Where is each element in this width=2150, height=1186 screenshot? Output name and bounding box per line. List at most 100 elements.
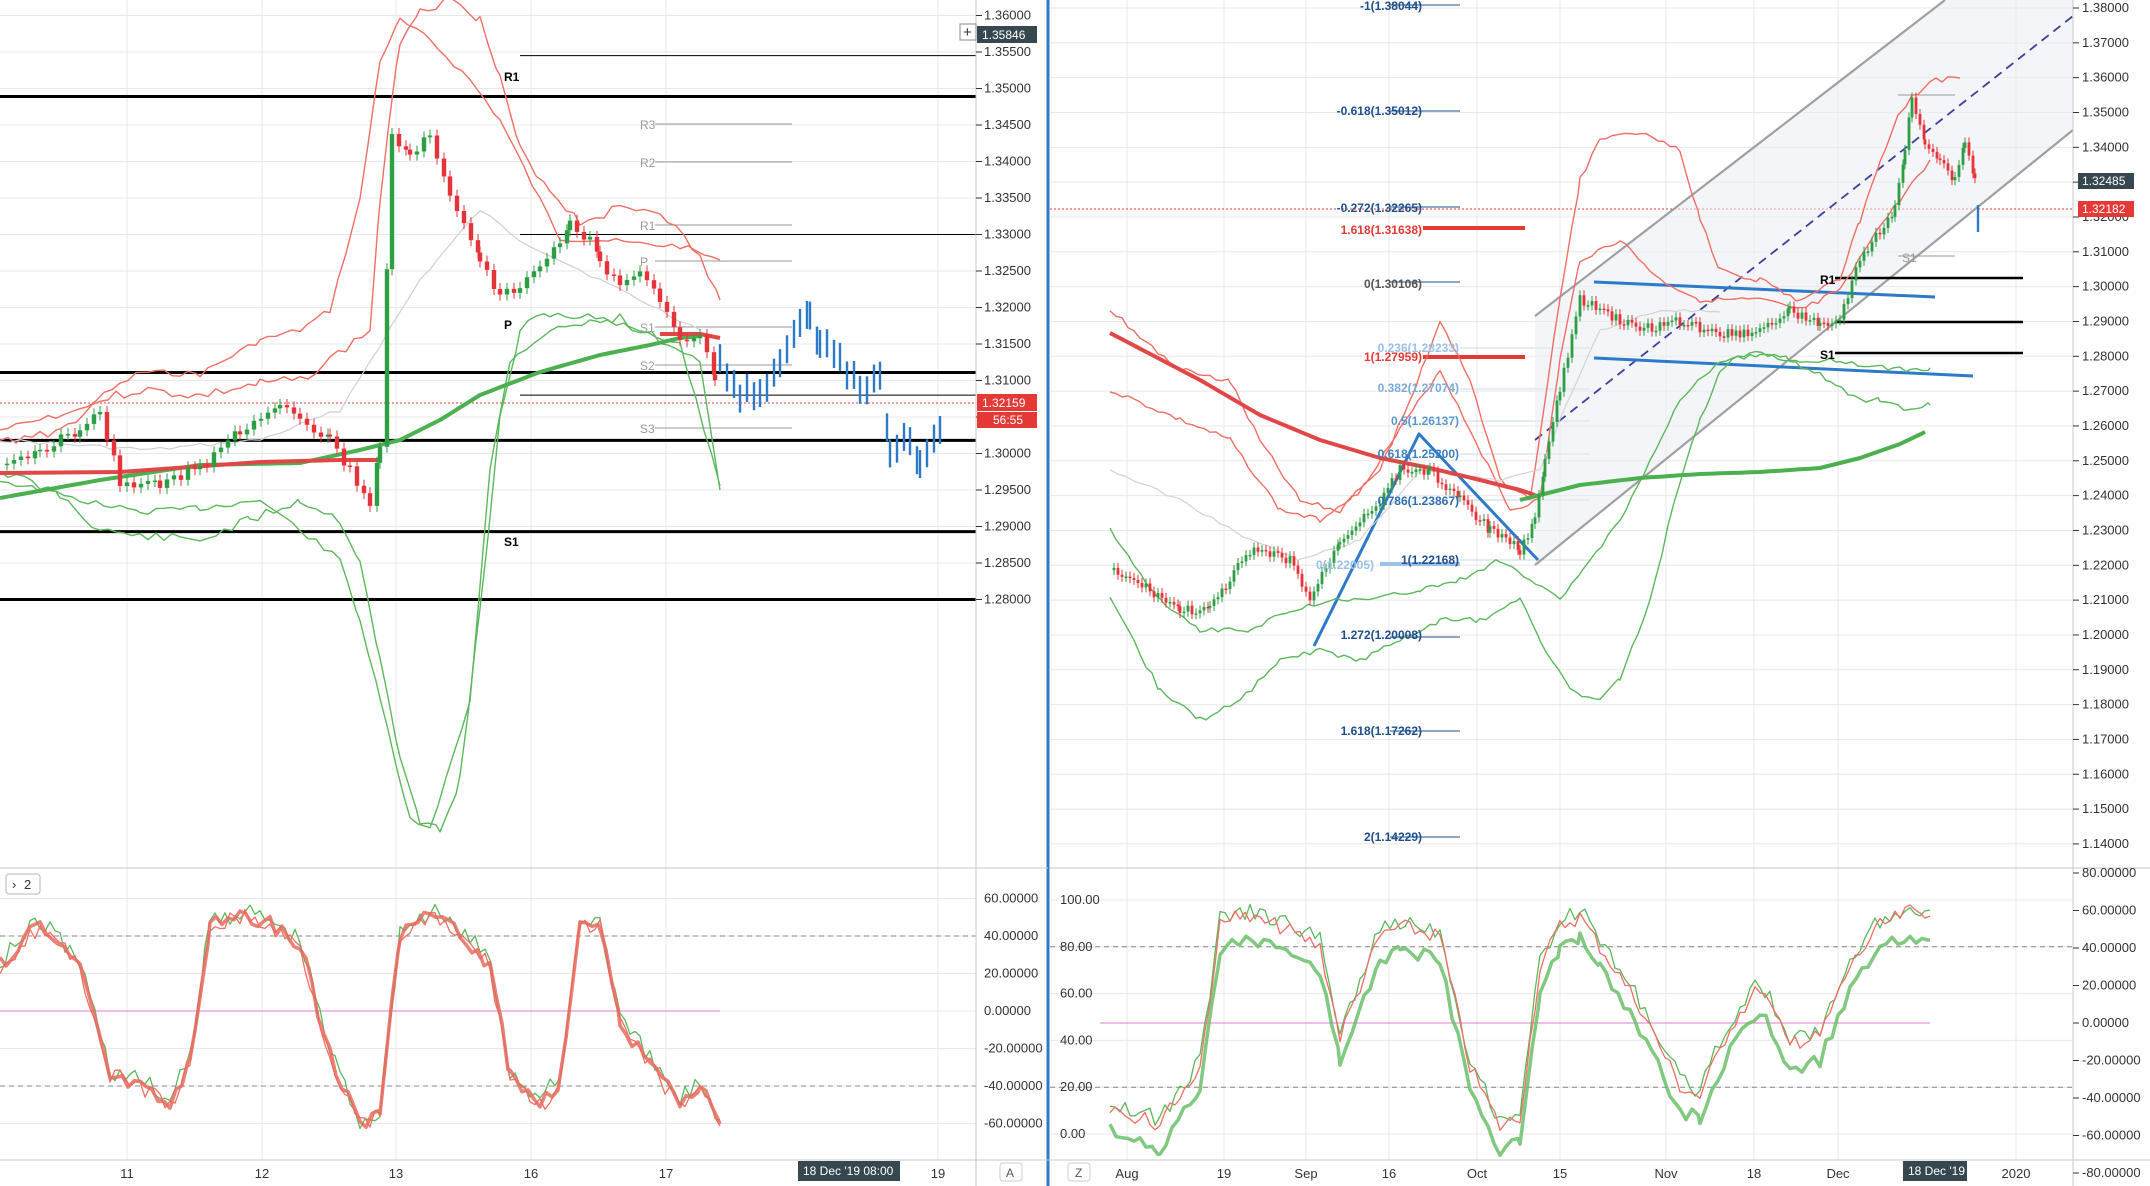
- right-candle: [1818, 322, 1822, 326]
- crosshair-add-button[interactable]: +: [959, 23, 977, 41]
- right-candle: [1292, 556, 1296, 566]
- right-candle: [1750, 332, 1754, 337]
- left-price-tick-label: 1.29500: [984, 482, 1031, 497]
- right-candle: [1918, 113, 1922, 125]
- right-price-tick-label: 1.26000: [2082, 418, 2129, 433]
- left-candle: [384, 269, 390, 447]
- plus-icon: +: [963, 24, 972, 41]
- right-candle: [1766, 322, 1770, 328]
- right-candle: [1935, 151, 1939, 159]
- left-axis-corner-label: A: [1006, 1166, 1014, 1180]
- left-candle: [454, 195, 460, 212]
- last-price-tag: 1.32159 56:55: [977, 394, 1037, 428]
- right-price-tick-label: 1.36000: [2082, 70, 2129, 85]
- right-candle: [1578, 295, 1582, 317]
- right-candle: [1288, 556, 1292, 564]
- left-price-tick-label: 1.32000: [984, 300, 1031, 315]
- right-candle: [1682, 324, 1686, 327]
- left-candle: [447, 176, 453, 196]
- right-candle: [1606, 309, 1610, 312]
- right-pivot-r1: R1: [1820, 273, 1836, 287]
- right-osc-right-tick-label: 60.00000: [2082, 903, 2136, 918]
- right-candle: [1370, 510, 1374, 514]
- right-candle: [1893, 205, 1897, 217]
- left-candle: [197, 465, 203, 470]
- collapse-button[interactable]: › 2: [5, 873, 41, 895]
- right-candle: [1634, 322, 1638, 327]
- right-candle: [1570, 334, 1574, 358]
- right-osc-right-tick-label: -60.00000: [2082, 1128, 2141, 1143]
- left-candle: [421, 137, 427, 152]
- left-candle: [531, 271, 537, 278]
- right-candle: [1886, 217, 1890, 228]
- right-price-tick-label: 1.37000: [2082, 35, 2129, 50]
- right-candle: [1946, 163, 1950, 171]
- left-axis-corner-button[interactable]: A: [999, 1162, 1023, 1182]
- right-candle: [1942, 160, 1946, 164]
- fib-label-f0786: 0.786(1.23867): [1378, 494, 1459, 508]
- left-candle: [403, 146, 409, 150]
- right-osc-right-tick-label: 0.00000: [2082, 1015, 2129, 1030]
- right-pivot-s1: S1: [1820, 348, 1835, 362]
- right-osc-right-tick-label: -80.00000: [2082, 1165, 2141, 1180]
- chart-workspace[interactable]: 1.36000 1.35500 1.35000 1.34500 1.34000 1.335…: [0, 0, 2150, 1186]
- right-candle: [1562, 367, 1566, 392]
- right-candle: [1541, 476, 1545, 495]
- right-candle: [1496, 528, 1500, 538]
- left-candle: [72, 434, 78, 437]
- right-candle: [1830, 323, 1834, 326]
- left-candle: [204, 465, 210, 467]
- right-candle: [1874, 232, 1878, 242]
- right-osc-right-tick-label: 80.00000: [2082, 865, 2136, 880]
- left-candle: [37, 449, 43, 452]
- right-candle: [1971, 155, 1975, 174]
- right-osc-right-tick-label: 40.00000: [2082, 940, 2136, 955]
- right-candle: [1140, 583, 1144, 588]
- right-price-tick-label: 1.22000: [2082, 557, 2129, 572]
- right-candle: [1602, 308, 1606, 311]
- right-price-tick-label: 1.28000: [2082, 348, 2129, 363]
- right-candle: [1826, 322, 1830, 326]
- left-candle: [564, 230, 570, 244]
- left-chart-panel[interactable]: [0, 0, 1048, 1186]
- fib-label-m0618: -0.618(1.35012): [1337, 104, 1422, 118]
- left-cursor-time-label: 18 Dec '19 08:00: [798, 1161, 900, 1181]
- right-candle: [1470, 504, 1474, 512]
- right-candle: [1963, 142, 1967, 148]
- left-candle: [211, 452, 217, 467]
- left-candle: [157, 480, 163, 488]
- right-candle: [1144, 583, 1148, 588]
- right-candle: [1190, 605, 1194, 615]
- left-time-tick-label: 16: [524, 1166, 538, 1181]
- right-candle: [1590, 301, 1594, 306]
- left-candle: [407, 149, 413, 155]
- right-candle: [1176, 604, 1180, 607]
- left-candle: [145, 480, 151, 484]
- right-candle: [1746, 329, 1750, 337]
- right-candle: [1212, 599, 1216, 606]
- fib-label-f1618: 1.618(1.17262): [1341, 724, 1422, 738]
- right-candle: [1414, 469, 1418, 473]
- right-candle: [1907, 117, 1911, 151]
- right-candle: [1846, 298, 1850, 305]
- right-candle: [1530, 523, 1534, 539]
- left-candle: [671, 311, 677, 328]
- left-candle: [637, 271, 643, 277]
- right-candle: [1248, 554, 1252, 557]
- right-osc-right-tick-label: -20.00000: [2082, 1053, 2141, 1068]
- right-axis-corner-button[interactable]: Z: [1067, 1162, 1091, 1182]
- right-candle: [1598, 308, 1602, 311]
- right-candle: [1734, 330, 1738, 336]
- left-time-tick-label: 11: [120, 1166, 134, 1181]
- left-pivot-p: P: [504, 318, 512, 332]
- right-price-tick-label: 1.30000: [2082, 279, 2129, 294]
- right-candle: [1268, 551, 1272, 557]
- right-candle: [1410, 472, 1414, 474]
- left-candle: [152, 480, 158, 483]
- right-candle: [1938, 158, 1942, 161]
- right-candle: [1428, 467, 1432, 470]
- right-candle: [1957, 164, 1961, 178]
- right-candle: [1642, 327, 1646, 331]
- right-osc-left-tick-label: 40.00: [1060, 1032, 1093, 1047]
- left-time-tick-label: 13: [389, 1166, 403, 1181]
